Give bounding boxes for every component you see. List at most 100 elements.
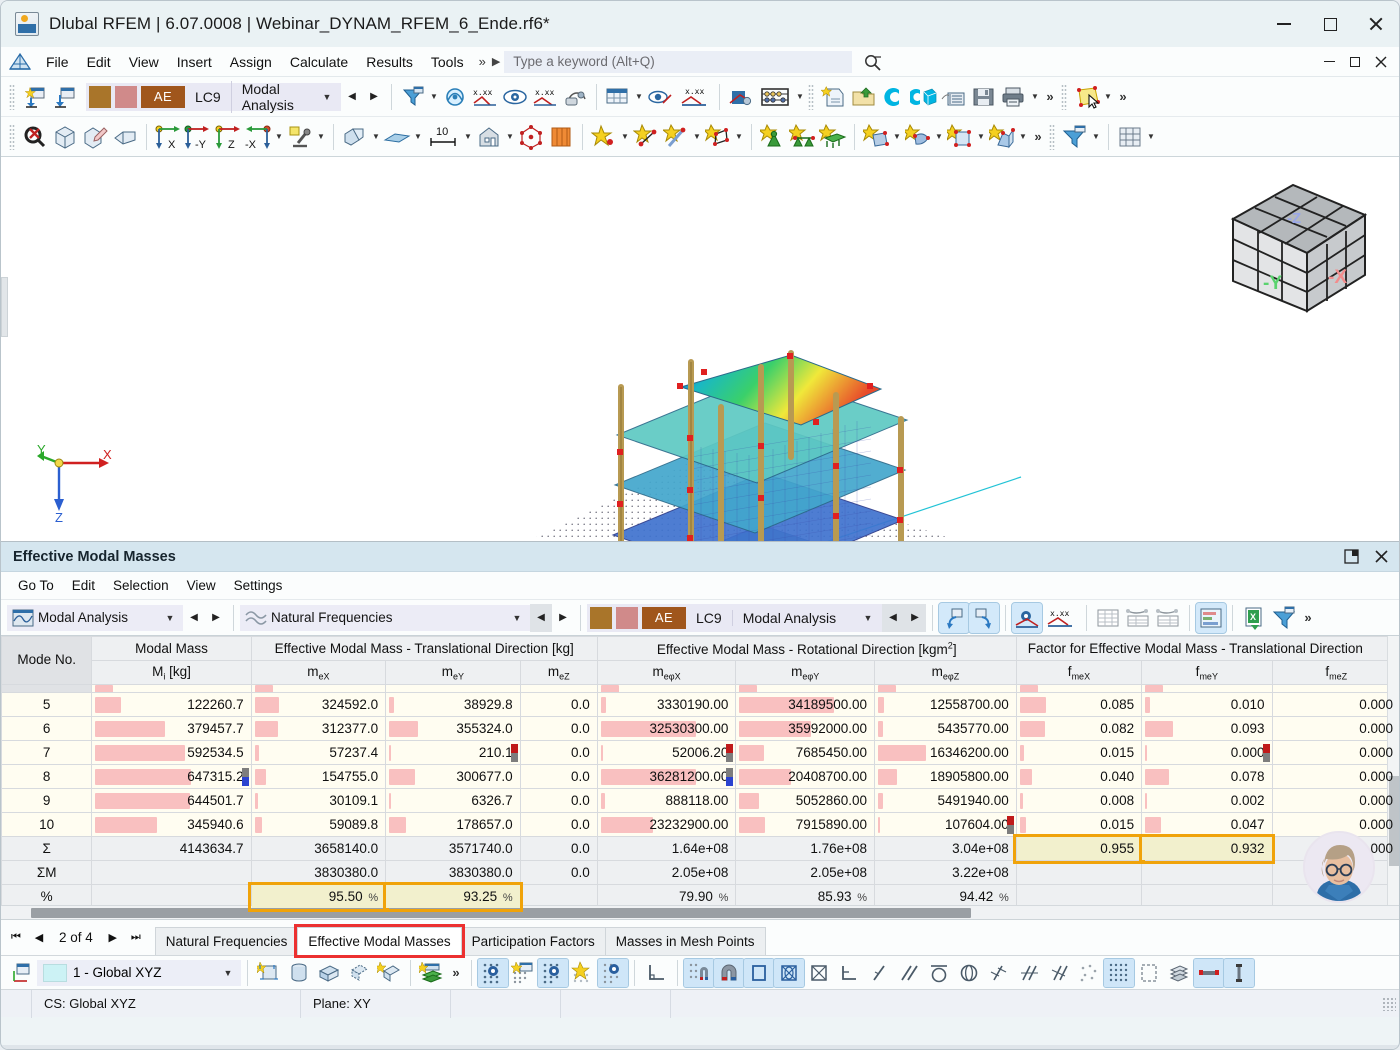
ribbon-restore-icon[interactable] (1343, 50, 1367, 74)
panel-menu-edit[interactable]: Edit (63, 575, 104, 596)
menu-calculate[interactable]: Calculate (281, 50, 357, 74)
print-icon[interactable] (999, 82, 1029, 112)
panel-menu-settings[interactable]: Settings (225, 575, 292, 596)
cell-mephY[interactable]: 35992000.00 (735, 716, 876, 741)
cell-meX[interactable]: 30109.1 (250, 788, 387, 813)
rectangle-snap-icon[interactable] (743, 957, 775, 988)
print-dropdown-icon[interactable]: ▼ (1029, 82, 1041, 112)
select-surface-icon[interactable] (1072, 82, 1102, 112)
chevron-down-icon[interactable]: ▼ (855, 613, 881, 623)
viewport-left-scroll[interactable] (1, 277, 8, 337)
new-opening-icon[interactable] (945, 122, 975, 152)
plane-new-icon[interactable] (374, 959, 404, 987)
filter-results-icon[interactable] (398, 82, 428, 112)
cell-meZ[interactable]: 0.0 (519, 740, 598, 765)
new-opening-dropdown-icon[interactable]: ▼ (975, 122, 987, 152)
cell-mephY[interactable]: 20408700.00 (735, 764, 876, 789)
col-modal-mass-unit[interactable]: Mi [kg] (91, 660, 252, 685)
cross-box-2-icon[interactable] (804, 959, 834, 987)
cell-mephX[interactable]: 23232900.00 (596, 812, 737, 837)
cell-fmeY[interactable]: 0.047 (1141, 812, 1273, 837)
edit-model-icon[interactable] (80, 122, 110, 152)
search-icon[interactable] (862, 52, 884, 72)
selection-box-icon[interactable] (1134, 959, 1164, 987)
cell-meX[interactable]: 324592.0 (250, 692, 387, 717)
stack-layers-icon[interactable] (1164, 959, 1194, 987)
load-case-next-button[interactable]: ▶ (363, 83, 385, 111)
table-row[interactable]: 5 122260.7 324592.0 38929.8 0.0 3330190.00 341… (1, 692, 1399, 717)
table-surface-icon[interactable] (1153, 603, 1183, 633)
toolbar-overflow-3[interactable]: » (1029, 129, 1047, 144)
object-snap-icon[interactable] (537, 957, 569, 988)
result-type-combo[interactable]: Natural Frequencies ▼ (240, 604, 530, 631)
tab-effective-modal-masses[interactable]: Effective Modal Masses (294, 924, 465, 958)
plane-select-icon[interactable] (344, 959, 374, 987)
filter-dropdown-icon[interactable]: ▼ (428, 82, 440, 112)
cell-meY[interactable]: 355324.0 (385, 716, 521, 741)
jump-back-icon[interactable] (968, 601, 1000, 634)
layers-icon[interactable] (417, 959, 447, 987)
cell-fmeX[interactable]: 0.015 (1015, 812, 1143, 837)
cell-meY[interactable]: 300677.0 (385, 764, 521, 789)
new-folded-plate-dropdown-icon[interactable]: ▼ (1017, 122, 1029, 152)
cell-modal_mass[interactable]: 379457.7 (91, 716, 252, 741)
cell-mephZ[interactable]: 12558700.00 (874, 692, 1017, 717)
col-group-modal-mass[interactable]: Modal Mass (91, 636, 252, 661)
tab-participation-factors[interactable]: Participation Factors (460, 927, 606, 955)
view-negx-icon[interactable]: -X (243, 122, 273, 152)
cell-fmeX[interactable]: 0.015 (1015, 740, 1143, 765)
cell-modal_mass[interactable]: 122260.7 (91, 692, 252, 717)
cell-mode-no[interactable]: 8 (1, 764, 93, 789)
col-group-rotational[interactable]: Effective Modal Mass - Rotational Direct… (596, 636, 1017, 661)
show-model-box-icon[interactable] (50, 122, 80, 152)
new-folded-plate-icon[interactable] (987, 122, 1017, 152)
cell-fmeZ[interactable]: 0.000 (1271, 716, 1399, 741)
cell-fmeX[interactable]: 0.082 (1015, 716, 1143, 741)
cell-mephZ[interactable]: 18905800.00 (874, 764, 1017, 789)
line-support-icon[interactable] (788, 122, 818, 152)
menu-play-icon[interactable]: ▶ (492, 55, 504, 68)
menu-results[interactable]: Results (357, 50, 422, 74)
bar-chart-view-icon[interactable] (1195, 601, 1227, 634)
save-icon[interactable] (969, 82, 999, 112)
model-viewport[interactable]: X Y X Z Y (1, 157, 1399, 542)
new-result-window-icon[interactable] (20, 82, 50, 112)
cell-meX[interactable]: 154755.0 (250, 764, 387, 789)
menu-assign[interactable]: Assign (221, 50, 281, 74)
navigation-cube[interactable]: -Y -X -Z (1215, 171, 1385, 321)
col-fmeX[interactable]: fmeX (1015, 660, 1143, 685)
perp-snap-3-icon[interactable] (1044, 959, 1074, 987)
col-mephZ[interactable]: meφZ (874, 660, 1017, 685)
visibility-results-icon[interactable] (645, 82, 675, 112)
dimension-icon[interactable]: 10 (424, 122, 462, 152)
menu-view[interactable]: View (120, 50, 168, 74)
table-row[interactable]: 9 644501.7 30109.1 6326.7 0.0 888118.00 505286… (1, 788, 1399, 813)
chevron-down-icon[interactable]: ▼ (505, 613, 529, 623)
panel-menu-selection[interactable]: Selection (104, 575, 178, 596)
cell-mephY[interactable]: 5052860.00 (735, 788, 876, 813)
snap-point-icon[interactable] (597, 957, 629, 988)
surface-support-icon[interactable] (818, 122, 848, 152)
table-view-icon[interactable] (603, 82, 633, 112)
snap-new-icon[interactable] (568, 959, 598, 987)
pager-last-button[interactable]: ⏭ (125, 924, 147, 950)
new-solid-icon[interactable] (861, 122, 891, 152)
cell-mephY[interactable]: 34189500.00 (735, 692, 876, 717)
cell-mode-no[interactable]: 5 (1, 692, 93, 717)
toolbar-overflow-1[interactable]: » (1041, 89, 1059, 104)
parallel-lines-icon[interactable] (894, 959, 924, 987)
result-hand-icon[interactable] (560, 82, 590, 112)
select-surface-dropdown-icon[interactable]: ▼ (1102, 82, 1114, 112)
printout-report-icon[interactable] (726, 82, 756, 112)
cell-fmeZ[interactable]: 0.000 (1271, 740, 1399, 765)
new-member-icon[interactable] (661, 122, 691, 152)
cell-meZ[interactable]: 0.0 (519, 716, 598, 741)
table-summary-row[interactable]: Σ 4143634.7 3658140.0 3571740.0 0.0 1.64e+08 1… (1, 833, 1399, 864)
plane-cylinder-icon[interactable] (284, 959, 314, 987)
toolbar-overflow-2[interactable]: » (1114, 89, 1132, 104)
surface-icon[interactable] (382, 122, 412, 152)
member-icon[interactable] (340, 122, 370, 152)
abacus-dropdown-icon[interactable]: ▼ (794, 82, 806, 112)
col-group-translational[interactable]: Effective Modal Mass - Translational Dir… (250, 636, 598, 661)
menu-edit[interactable]: Edit (78, 50, 120, 74)
